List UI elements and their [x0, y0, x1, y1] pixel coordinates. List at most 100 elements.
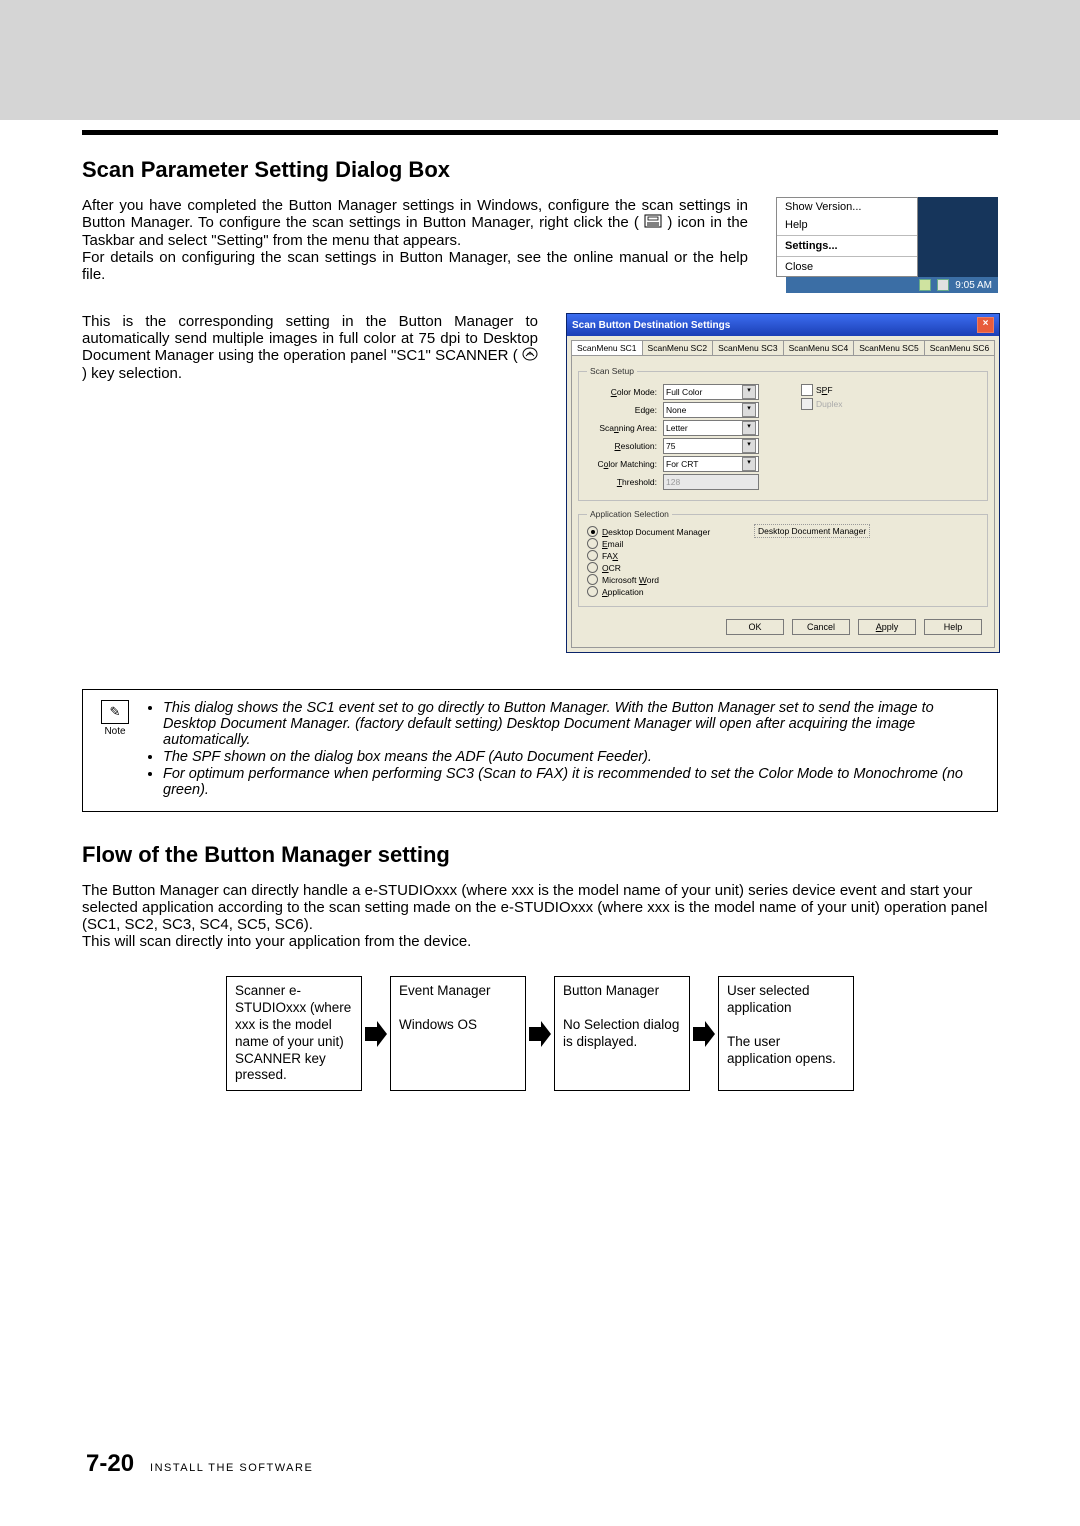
radio-fax-label: FAX — [602, 551, 618, 561]
note-item-3: For optimum performance when performing … — [163, 766, 983, 798]
radio-fax[interactable]: FAX — [587, 550, 979, 561]
radio-word[interactable]: Microsoft Word — [587, 574, 979, 585]
group-scan-setup-legend: Scan Setup — [587, 366, 637, 376]
para2b: ) key selection. — [82, 365, 182, 382]
chevron-down-icon: ▾ — [742, 403, 756, 417]
note-label: Note — [97, 726, 133, 737]
system-tray: 9:05 AM — [786, 277, 998, 293]
radio-ocr-label: OCR — [602, 563, 621, 573]
radio-ocr[interactable]: OCR — [587, 562, 979, 573]
lbl-threshold: Threshold: — [587, 477, 663, 487]
dd-scan-area[interactable]: Letter▾ — [663, 420, 759, 436]
footer-label: INSTALL THE SOFTWARE — [150, 1462, 313, 1474]
flow-diagram: Scanner e-STUDIOxxx (where xxx is the mo… — [82, 976, 998, 1091]
chk-spf-label: SPF — [816, 385, 833, 395]
lbl-edge: Edge: — [587, 405, 663, 415]
radio-email[interactable]: Email — [587, 538, 979, 549]
dialog-button-row: OK Cancel Apply Help — [578, 615, 988, 641]
radio-ddm-label: Desktop Document Manager — [602, 527, 710, 537]
heading-flow: Flow of the Button Manager setting — [82, 842, 998, 868]
menu-separator — [777, 235, 917, 236]
dialog-tabs: ScanMenu SC1 ScanMenu SC2 ScanMenu SC3 S… — [567, 336, 999, 355]
radio-app-label: Application — [602, 587, 644, 597]
page-number: 7-20 — [86, 1450, 134, 1478]
tab-sc5[interactable]: ScanMenu SC5 — [853, 340, 925, 355]
scanner-key-icon — [522, 347, 538, 365]
menu-item-help[interactable]: Help — [777, 216, 917, 234]
page-footer: 7-20 INSTALL THE SOFTWARE — [86, 1450, 313, 1478]
tray-clock: 9:05 AM — [955, 280, 992, 291]
apply-button[interactable]: Apply — [858, 619, 916, 635]
chevron-down-icon: ▾ — [742, 421, 756, 435]
dialog-title: Scan Button Destination Settings — [572, 320, 730, 331]
note-item-2: The SPF shown on the dialog box means th… — [163, 749, 983, 765]
dialog-tabpanel: Scan Setup Color Mode:Full Color▾ Edge:N… — [571, 355, 995, 648]
lbl-color-matching: Color Matching: — [587, 459, 663, 469]
lbl-scan-area: Scanning Area: — [587, 423, 663, 433]
note-icon-col: ✎ Note — [97, 700, 133, 799]
document-page: Scan Parameter Setting Dialog Box After … — [0, 0, 1080, 1526]
note-icon: ✎ — [101, 700, 129, 724]
tab-sc1[interactable]: ScanMenu SC1 — [571, 340, 643, 355]
chevron-down-icon: ▾ — [742, 457, 756, 471]
radio-email-label: Email — [602, 539, 623, 549]
chk-duplex-label: Duplex — [816, 399, 842, 409]
group-app-legend: Application Selection — [587, 509, 672, 519]
ok-button[interactable]: OK — [726, 619, 784, 635]
dialog-titlebar: Scan Button Destination Settings × — [567, 314, 999, 336]
para2a: This is the corresponding setting in the… — [82, 313, 538, 364]
menu-separator — [777, 256, 917, 257]
para1c: For details on configuring the scan sett… — [82, 249, 748, 283]
help-button[interactable]: Help — [924, 619, 982, 635]
note-list: This dialog shows the SC1 event set to g… — [147, 700, 983, 799]
dd-edge[interactable]: None▾ — [663, 402, 759, 418]
flow-box-3: Button Manager No Selection dialog is di… — [554, 976, 690, 1091]
cancel-button[interactable]: Cancel — [792, 619, 850, 635]
top-margin-band — [0, 0, 1080, 120]
chk-duplex: Duplex — [801, 398, 842, 410]
dd-color-mode[interactable]: Full Color▾ — [663, 384, 759, 400]
dd-color-matching[interactable]: For CRT▾ — [663, 456, 759, 472]
arrow-icon — [362, 976, 390, 1091]
lbl-color-mode: Color Mode: — [587, 387, 663, 397]
dd-threshold: 128 — [663, 474, 759, 490]
dialog-figure: Scan Button Destination Settings × ScanM… — [566, 313, 998, 653]
flow-box-2: Event Manager Windows OS — [390, 976, 526, 1091]
dd-resolution[interactable]: 75▾ — [663, 438, 759, 454]
tray-app-icon[interactable] — [919, 279, 931, 291]
menu-item-close[interactable]: Close — [777, 258, 917, 276]
row-dialog: This is the corresponding setting in the… — [82, 313, 998, 653]
radio-application[interactable]: Application — [587, 586, 979, 597]
tab-sc3[interactable]: ScanMenu SC3 — [712, 340, 784, 355]
radio-word-label: Microsoft Word — [602, 575, 659, 585]
arrow-icon — [526, 976, 554, 1091]
chevron-down-icon: ▾ — [742, 439, 756, 453]
close-icon[interactable]: × — [977, 317, 994, 333]
group-app-selection: Application Selection Desktop Document M… — [578, 509, 988, 607]
scan-settings-dialog: Scan Button Destination Settings × ScanM… — [566, 313, 1000, 653]
tray-icon-2[interactable] — [937, 279, 949, 291]
group-scan-setup: Scan Setup Color Mode:Full Color▾ Edge:N… — [578, 366, 988, 501]
tab-sc6[interactable]: ScanMenu SC6 — [924, 340, 996, 355]
flow-section: Flow of the Button Manager setting The B… — [82, 842, 998, 1091]
tab-sc2[interactable]: ScanMenu SC2 — [642, 340, 714, 355]
flow-box-4: User selected application The user appli… — [718, 976, 854, 1091]
para3: The Button Manager can directly handle a… — [82, 882, 998, 950]
row-intro: After you have completed the Button Mana… — [82, 197, 998, 293]
note-item-1: This dialog shows the SC1 event set to g… — [163, 700, 983, 748]
para2-block: This is the corresponding setting in the… — [82, 313, 538, 653]
tab-sc4[interactable]: ScanMenu SC4 — [783, 340, 855, 355]
flow-box-1: Scanner e-STUDIOxxx (where xxx is the mo… — [226, 976, 362, 1091]
note-box: ✎ Note This dialog shows the SC1 event s… — [82, 689, 998, 812]
menu-item-show-version[interactable]: Show Version... — [777, 198, 917, 216]
chevron-down-icon: ▾ — [742, 385, 756, 399]
context-menu: Show Version... Help Settings... Close — [776, 197, 918, 277]
divider-rule — [82, 130, 998, 135]
arrow-icon — [690, 976, 718, 1091]
context-menu-figure: Show Version... Help Settings... Close 9… — [776, 197, 998, 293]
chk-spf[interactable]: SPF — [801, 384, 833, 396]
lbl-resolution: Resolution: — [587, 441, 663, 451]
menu-item-settings[interactable]: Settings... — [777, 237, 917, 255]
intro-text-block: After you have completed the Button Mana… — [82, 197, 748, 293]
taskbar-icon — [644, 214, 662, 232]
